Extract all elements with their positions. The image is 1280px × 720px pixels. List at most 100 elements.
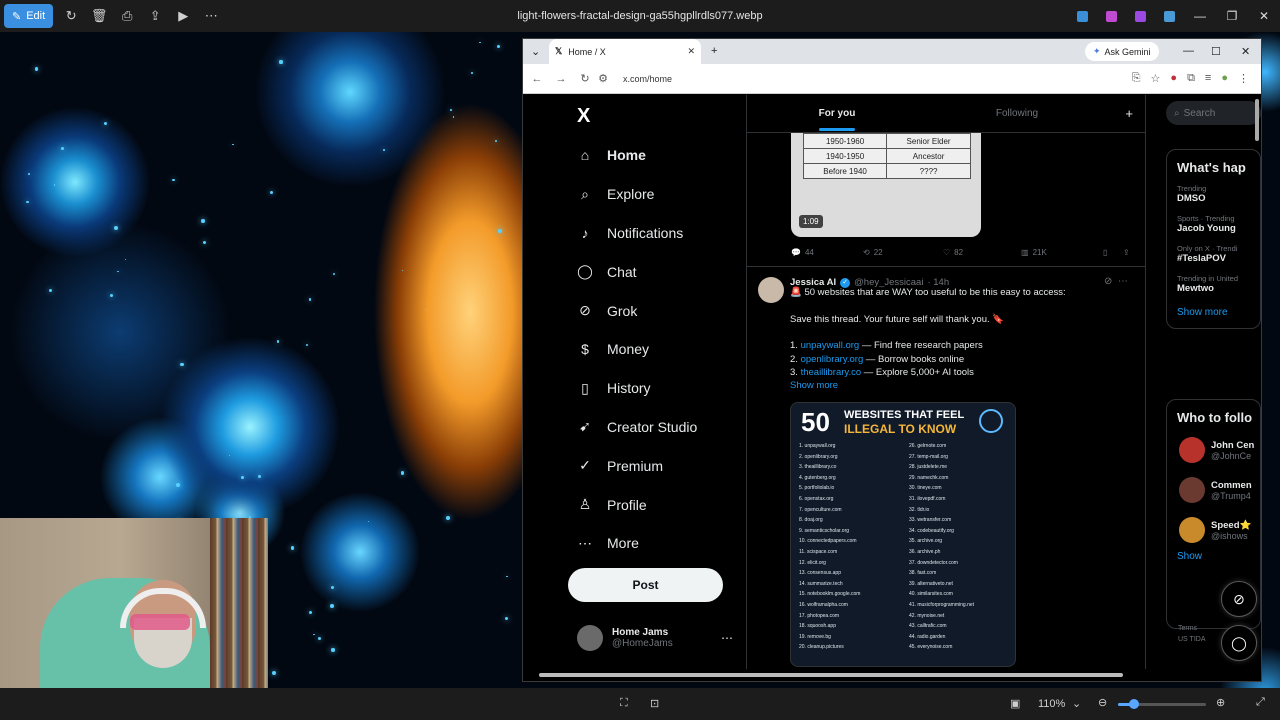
zoom-slider[interactable]	[1118, 703, 1206, 706]
vertical-scrollbar[interactable]	[1254, 97, 1260, 667]
tweet-image[interactable]: 50 WEBSITES THAT FEEL ILLEGAL TO KNOW 1.…	[790, 402, 1016, 667]
new-tab-icon[interactable]: +	[711, 45, 717, 57]
extensions-icon[interactable]: ⧉	[1187, 72, 1195, 85]
site-info-icon[interactable]: ⚙	[597, 72, 609, 85]
tab-following[interactable]: Following	[927, 108, 1107, 119]
who-title: Who to follo	[1167, 400, 1260, 431]
url-field[interactable]: x.com/home	[623, 74, 672, 84]
nav-item-money[interactable]: $ Money	[577, 330, 697, 369]
print-icon[interactable]: ⎙	[113, 4, 141, 28]
close-icon[interactable]: ✕	[1248, 9, 1280, 23]
follow-suggestion[interactable]: Commen @Trump4	[1167, 471, 1260, 511]
tab-list-icon[interactable]: ⌄	[531, 45, 540, 58]
add-tab-icon[interactable]: +	[1125, 106, 1133, 121]
actual-size-icon[interactable]: ▣	[1010, 697, 1020, 710]
x-logo[interactable]: X	[577, 105, 590, 128]
follow-suggestion[interactable]: Speed⭐ @ishows	[1167, 511, 1260, 551]
sparkle	[26, 201, 29, 204]
reading-list-icon[interactable]: ≡	[1205, 72, 1211, 85]
share-tweet-icon[interactable]: ⇪	[1123, 248, 1130, 257]
nav-item-creator-studio[interactable]: ➹ Creator Studio	[577, 408, 697, 447]
bookmark-star-icon[interactable]: ☆	[1151, 72, 1161, 85]
search-input[interactable]: ⌕ Search	[1166, 101, 1261, 125]
tab-close-icon[interactable]: ✕	[687, 46, 695, 57]
tweet-avatar[interactable]	[758, 277, 784, 303]
account-more-icon[interactable]: ⋯	[721, 631, 733, 645]
nav-item-profile[interactable]: ♙ Profile	[577, 485, 697, 524]
show-more-link[interactable]: Show more	[790, 380, 838, 391]
trend-item[interactable]: Trending in United Mewtwo	[1167, 271, 1260, 301]
sparkle	[450, 109, 452, 111]
nav-item-grok[interactable]: ⊘ Grok	[577, 291, 697, 330]
list-link[interactable]: theaillibrary.co	[801, 367, 862, 378]
menu-icon[interactable]: ⋮	[1238, 72, 1249, 85]
search-placeholder: Search	[1184, 108, 1216, 119]
list-link[interactable]: unpaywall.org	[801, 340, 860, 351]
image-info-icon[interactable]: ⊡	[650, 697, 659, 710]
app-icon-1[interactable]	[1077, 11, 1088, 22]
tab-x-home[interactable]: 𝕏 Home / X ✕	[549, 39, 701, 64]
video-player[interactable]: 1950-1960 Senior Elder 1940-1950 Ancestor Be…	[791, 133, 981, 237]
zoom-dropdown-icon[interactable]: ⌄	[1072, 697, 1081, 710]
app-icon-4[interactable]	[1164, 11, 1175, 22]
like-button[interactable]: ♡ 82	[943, 248, 1021, 257]
reply-button[interactable]: 💬 44	[791, 248, 863, 257]
follow-name: Speed⭐	[1211, 520, 1251, 531]
nav-item-chat[interactable]: ◯ Chat	[577, 252, 697, 291]
forward-icon[interactable]: →	[549, 73, 573, 85]
rotate-icon[interactable]: ↻	[57, 4, 85, 28]
extension-abp-icon[interactable]: ●	[1170, 72, 1177, 85]
who-show-more[interactable]: Show	[1167, 551, 1260, 572]
back-icon[interactable]: ←	[525, 73, 549, 85]
nav-item-label: Grok	[607, 303, 637, 319]
fit-screen-icon[interactable]: ⛶	[620, 697, 628, 710]
zoom-in-icon[interactable]: ⊕	[1216, 696, 1225, 709]
nav-item-history[interactable]: ▯ History	[577, 369, 697, 408]
horizontal-scrollbar[interactable]	[533, 672, 1253, 678]
reload-icon[interactable]: ↻	[573, 72, 597, 85]
install-icon[interactable]: ⎘	[1132, 72, 1141, 85]
minimize-icon[interactable]: —	[1184, 9, 1216, 23]
edit-button[interactable]: ✎ Edit	[4, 4, 53, 28]
nav-item-notifications[interactable]: ♪ Notifications	[577, 214, 697, 253]
fullscreen-icon[interactable]: ⤢	[1256, 696, 1265, 709]
tweet-more-icon[interactable]: ⊘ ⋯	[1104, 276, 1128, 287]
maximize-icon[interactable]: ❐	[1216, 9, 1248, 23]
nav-item-home[interactable]: ⌂ Home	[577, 136, 697, 175]
trend-item[interactable]: Only on X · Trendi #TeslaPOV	[1167, 241, 1260, 271]
trend-item[interactable]: Sports · Trending Jacob Young	[1167, 211, 1260, 241]
app-icon-3[interactable]	[1135, 11, 1146, 22]
trends-show-more[interactable]: Show more	[1167, 301, 1260, 328]
zoom-out-icon[interactable]: ⊖	[1098, 696, 1107, 709]
more-options-icon[interactable]: ⋯	[197, 4, 225, 28]
nav-item-more[interactable]: ⋯ More	[577, 524, 697, 563]
list-link[interactable]: openlibrary.org	[801, 354, 864, 365]
share-icon[interactable]: ⇪	[141, 4, 169, 28]
browser-minimize-icon[interactable]: —	[1183, 45, 1194, 57]
infographic-entry: 43. calltrafic.com	[909, 621, 1011, 632]
zoom-level[interactable]: 110%	[1038, 698, 1065, 710]
grok-fab-icon[interactable]: ⊘	[1221, 581, 1257, 617]
delete-icon[interactable]: 🗑	[85, 4, 113, 28]
terms-link-2[interactable]: US TIDA	[1178, 636, 1206, 643]
browser-close-icon[interactable]: ✕	[1241, 45, 1250, 58]
bookmark-icon[interactable]: ▯	[1103, 248, 1123, 257]
messages-fab-icon[interactable]: ◯	[1221, 625, 1257, 661]
sparkle	[333, 273, 335, 275]
slideshow-icon[interactable]: ▶	[169, 4, 197, 28]
nav-item-explore[interactable]: ⌕ Explore	[577, 175, 697, 214]
post-button[interactable]: Post	[568, 568, 723, 602]
tab-for-you[interactable]: For you	[747, 108, 927, 119]
profile-avatar[interactable]: ●	[1221, 72, 1228, 85]
ask-gemini-button[interactable]: ✦ Ask Gemini	[1085, 42, 1159, 61]
follow-suggestion[interactable]: John Cen @JohnCe	[1167, 431, 1260, 471]
views-button[interactable]: ▥ 21K	[1021, 248, 1103, 257]
trend-item[interactable]: Trending DMSO	[1167, 181, 1260, 211]
account-switcher[interactable]: Home Jams @HomeJams ⋯	[577, 625, 673, 651]
browser-maximize-icon[interactable]: ☐	[1211, 45, 1221, 58]
terms-link[interactable]: Terms	[1178, 625, 1206, 632]
timeline: 1950-1960 Senior Elder 1940-1950 Ancestor Be…	[746, 95, 1146, 669]
nav-item-premium[interactable]: ✓ Premium	[577, 446, 697, 485]
repost-button[interactable]: ⟲ 22	[863, 248, 943, 257]
app-icon-2[interactable]	[1106, 11, 1117, 22]
